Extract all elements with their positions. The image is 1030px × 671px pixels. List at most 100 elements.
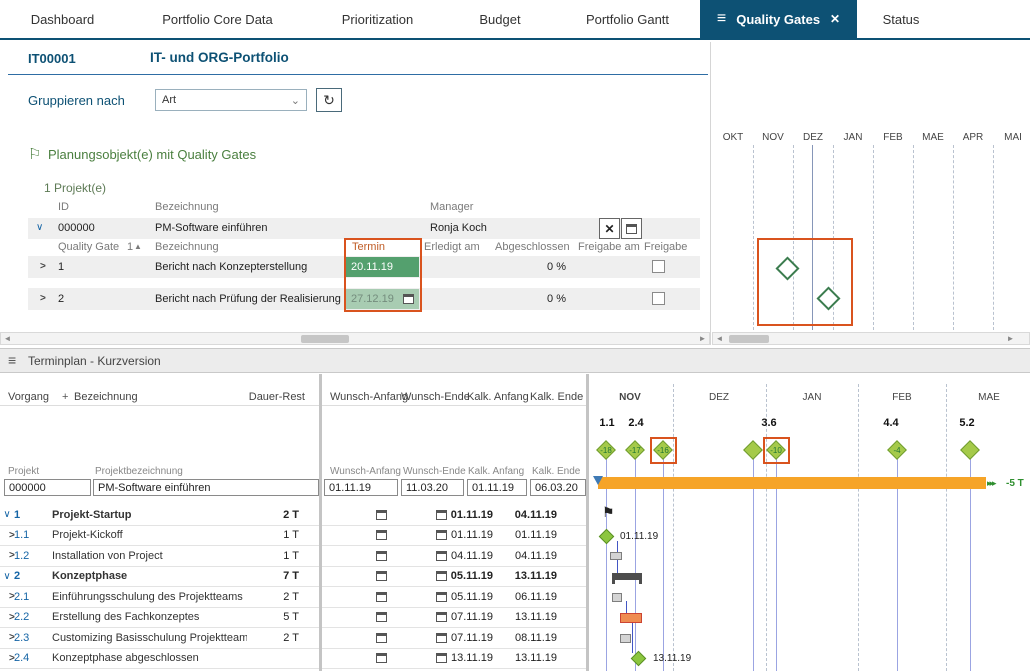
kalk-anfang-cell[interactable]: 04.11.19 bbox=[423, 550, 493, 562]
project-name-field[interactable]: PM-Software einführen bbox=[93, 479, 319, 496]
horizontal-scrollbar[interactable]: ◄ ► bbox=[0, 332, 710, 345]
add-column-icon[interactable]: + bbox=[62, 391, 68, 403]
col-header-kalk-anfang[interactable]: Kalk. Anfang bbox=[467, 391, 529, 403]
scroll-right-icon[interactable]: ► bbox=[1004, 334, 1017, 343]
gantt-splitter[interactable] bbox=[586, 374, 589, 671]
col-header-gate-bezeichnung[interactable]: Bezeichnung bbox=[155, 241, 219, 253]
scroll-left-icon[interactable]: ◄ bbox=[713, 334, 726, 343]
scroll-right-icon[interactable]: ► bbox=[696, 334, 709, 343]
col-header-erledigt-am[interactable]: Erledigt am bbox=[424, 241, 480, 253]
calendar-icon bbox=[376, 653, 387, 664]
col-header-abgeschlossen[interactable]: Abgeschlossen bbox=[495, 241, 570, 253]
task-row[interactable]: > 2.2 Erstellung des Fachkonzeptes 5 T 0… bbox=[0, 608, 588, 628]
gantt-milestone-diamond[interactable]: -10 bbox=[766, 440, 786, 460]
portfolio-title: IT- und ORG-Portfolio bbox=[150, 50, 289, 65]
col-header-wunsch-ende[interactable]: Wunsch-Ende bbox=[401, 391, 470, 403]
calendar-icon[interactable] bbox=[403, 294, 414, 304]
gantt-task-bar-critical[interactable] bbox=[620, 613, 642, 623]
col-header-quality-gate[interactable]: Quality Gate bbox=[58, 241, 119, 253]
tab-quality-gates[interactable]: ≡ Quality Gates ✕ bbox=[700, 0, 857, 38]
gantt-task-bar[interactable] bbox=[612, 593, 622, 602]
close-tab-icon[interactable]: ✕ bbox=[830, 12, 840, 26]
collapse-icon[interactable]: ∨ bbox=[0, 509, 14, 520]
task-row[interactable]: > 2.4 Konzeptphase abgeschlossen 13.11.1… bbox=[0, 649, 588, 669]
task-row[interactable]: > 2.3 Customizing Basisschulung Projektt… bbox=[0, 628, 588, 649]
gantt-milestone-diamond[interactable]: -4 bbox=[887, 440, 907, 460]
task-row[interactable]: ∨ 2 Konzeptphase 7 T 05.11.19 13.11.19 bbox=[0, 567, 588, 587]
col-header-freigabe-am[interactable]: Freigabe am bbox=[578, 241, 640, 253]
gate-termin-field[interactable]: 20.11.19 bbox=[346, 257, 419, 277]
freigabe-checkbox[interactable] bbox=[652, 260, 665, 273]
collapse-icon[interactable]: ∨ bbox=[0, 571, 14, 582]
project-wunsch-anfang-field[interactable]: 01.11.19 bbox=[324, 479, 398, 496]
col-header-termin[interactable]: Termin bbox=[352, 241, 385, 253]
col-header-dauer-rest[interactable]: Dauer-Rest bbox=[240, 391, 305, 403]
kalk-anfang-cell[interactable]: 07.11.19 bbox=[423, 611, 493, 623]
task-row[interactable]: > 1.2 Installation von Project 1 T 04.11… bbox=[0, 546, 588, 567]
col-header-wunsch-anfang[interactable]: Wunsch-Anfang bbox=[330, 391, 408, 403]
kalk-anfang-cell[interactable]: 05.11.19 bbox=[423, 591, 493, 603]
gantt-milestone-diamond[interactable] bbox=[743, 440, 763, 460]
tab-label: Status bbox=[882, 11, 920, 27]
delete-button[interactable]: ✕ bbox=[599, 218, 620, 239]
tab-budget[interactable]: Budget bbox=[445, 0, 555, 38]
expand-icon[interactable]: > bbox=[40, 293, 46, 304]
task-row[interactable]: > 2.1 Einführungsschulung des Projekttea… bbox=[0, 587, 588, 608]
kalk-anfang-cell[interactable]: 13.11.19 bbox=[423, 652, 493, 664]
expand-icon[interactable]: > bbox=[0, 653, 15, 664]
project-kalk-anfang-field[interactable]: 01.11.19 bbox=[467, 479, 527, 496]
expand-icon[interactable]: > bbox=[0, 591, 15, 602]
expand-icon[interactable]: > bbox=[0, 530, 15, 541]
gantt-task-bar[interactable] bbox=[610, 552, 622, 560]
gantt-milestone-diamond[interactable]: -18 bbox=[596, 440, 616, 460]
gantt-milestone-diamond[interactable] bbox=[960, 440, 980, 460]
quality-gate-diamond[interactable] bbox=[775, 256, 800, 281]
project-wunsch-ende-field[interactable]: 11.03.20 bbox=[401, 479, 464, 496]
section-menu-icon[interactable]: ≡ bbox=[8, 352, 16, 368]
task-row[interactable]: ∨ 1 Projekt-Startup 2 T 01.11.19 04.11.1… bbox=[0, 505, 588, 526]
tab-status[interactable]: Status bbox=[857, 0, 945, 38]
task-row[interactable]: > 1.1 Projekt-Kickoff 1 T 01.11.19 01.11… bbox=[0, 526, 588, 546]
gantt-task-bar[interactable] bbox=[620, 634, 631, 643]
scrollbar-thumb[interactable] bbox=[729, 335, 769, 343]
gantt-summary-bar[interactable] bbox=[612, 573, 642, 580]
gantt-milestone-diamond[interactable] bbox=[630, 650, 647, 667]
gantt-milestone-diamond[interactable] bbox=[598, 528, 615, 545]
gantt-milestone-diamond[interactable]: -17 bbox=[625, 440, 645, 460]
project-kalk-ende-field[interactable]: 06.03.20 bbox=[530, 479, 586, 496]
col-header-freigabe[interactable]: Freigabe bbox=[644, 241, 687, 253]
menu-icon[interactable]: ≡ bbox=[717, 11, 726, 27]
column-splitter[interactable] bbox=[319, 374, 322, 671]
quality-gate-diamond[interactable] bbox=[816, 286, 841, 311]
task-table: ∨ 1 Projekt-Startup 2 T 01.11.19 04.11.1… bbox=[0, 505, 588, 669]
horizontal-scrollbar[interactable]: ◄ ► bbox=[712, 332, 1030, 345]
gantt-project-bar[interactable] bbox=[598, 477, 986, 489]
col-header-vorgang[interactable]: Vorgang bbox=[8, 391, 49, 403]
sort-ascending-icon: ▲ bbox=[134, 242, 142, 251]
kalk-anfang-cell[interactable]: 01.11.19 bbox=[423, 509, 493, 521]
gantt-milestone-diamond[interactable]: -16 bbox=[653, 440, 673, 460]
tab-portfolio-gantt[interactable]: Portfolio Gantt bbox=[555, 0, 700, 38]
calendar-button[interactable] bbox=[621, 218, 642, 239]
tab-portfolio-core-data[interactable]: Portfolio Core Data bbox=[125, 0, 310, 38]
project-id-field[interactable]: 000000 bbox=[4, 479, 91, 496]
col-header-bezeichnung[interactable]: Bezeichnung bbox=[74, 391, 138, 403]
expand-icon[interactable]: > bbox=[40, 261, 46, 272]
kalk-anfang-cell[interactable]: 05.11.19 bbox=[423, 570, 493, 582]
kalk-anfang-cell[interactable]: 07.11.19 bbox=[423, 632, 493, 644]
expand-icon[interactable]: > bbox=[0, 550, 15, 561]
gate-termin-field[interactable]: 27.12.19 bbox=[346, 289, 419, 309]
freigabe-checkbox[interactable] bbox=[652, 292, 665, 305]
col-header-kalk-ende[interactable]: Kalk. Ende bbox=[530, 391, 583, 403]
collapse-icon[interactable]: ∨ bbox=[36, 222, 43, 233]
group-by-select[interactable]: Art ⌄ bbox=[155, 89, 307, 111]
month-label: JAN bbox=[843, 132, 863, 143]
refresh-button[interactable]: ↻ bbox=[316, 88, 342, 112]
scroll-left-icon[interactable]: ◄ bbox=[1, 334, 14, 343]
tab-dashboard[interactable]: Dashboard bbox=[0, 0, 125, 38]
expand-icon[interactable]: > bbox=[0, 632, 15, 643]
kalk-anfang-cell[interactable]: 01.11.19 bbox=[423, 529, 493, 541]
tab-prioritization[interactable]: Prioritization bbox=[310, 0, 445, 38]
scrollbar-thumb[interactable] bbox=[301, 335, 349, 343]
expand-icon[interactable]: > bbox=[0, 612, 15, 623]
